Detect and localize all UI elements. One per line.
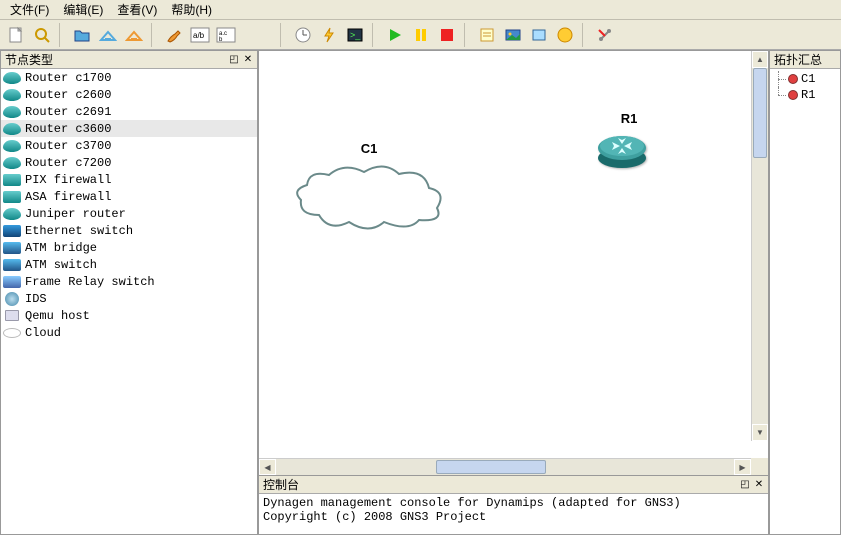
undock-icon[interactable]: ◰ <box>227 53 241 67</box>
list-item[interactable]: Cloud <box>1 324 257 341</box>
cloud-label: C1 <box>289 141 449 156</box>
console-line: Copyright (c) 2008 GNS3 Project <box>263 510 764 524</box>
list-item[interactable]: ATM bridge <box>1 239 257 256</box>
text-ab2-icon[interactable]: a.cb <box>214 23 238 47</box>
list-item[interactable]: Router c2691 <box>1 103 257 120</box>
scroll-thumb[interactable] <box>436 460 546 474</box>
new-file-icon[interactable] <box>4 23 28 47</box>
undock-icon[interactable]: ◰ <box>738 478 752 492</box>
console-title: 控制台 <box>263 476 299 493</box>
status-dot-icon <box>788 90 798 100</box>
topology-panel: 拓扑汇总 C1 R1 <box>769 50 841 535</box>
canvas-area[interactable]: C1 R1 <box>258 50 769 476</box>
node-types-title-bar: 节点类型 ◰ ✕ <box>1 51 257 69</box>
menu-bar: 文件(F) 编辑(E) 查看(V) 帮助(H) <box>0 0 841 20</box>
stop-icon[interactable] <box>435 23 459 47</box>
export-icon[interactable] <box>122 23 146 47</box>
search-icon[interactable] <box>30 23 54 47</box>
close-icon[interactable]: ✕ <box>752 478 766 492</box>
play-icon[interactable] <box>383 23 407 47</box>
router-label: R1 <box>594 111 664 126</box>
menu-file[interactable]: 文件(F) <box>4 0 55 19</box>
brush-icon[interactable] <box>162 23 186 47</box>
terminal-icon[interactable]: >_ <box>343 23 367 47</box>
menu-help[interactable]: 帮助(H) <box>165 0 218 19</box>
scroll-right-icon[interactable]: ▶ <box>734 459 751 475</box>
list-item[interactable]: Router c3700 <box>1 137 257 154</box>
save-icon[interactable] <box>96 23 120 47</box>
list-item[interactable]: Frame Relay switch <box>1 273 257 290</box>
note-icon[interactable] <box>475 23 499 47</box>
list-item[interactable]: Router c3600 <box>1 120 257 137</box>
topology-title-bar: 拓扑汇总 <box>770 51 840 69</box>
menu-view[interactable]: 查看(V) <box>111 0 163 19</box>
topology-item[interactable]: C1 <box>772 71 838 87</box>
node-types-panel: 节点类型 ◰ ✕ Router c1700 Router c2600 Route… <box>0 50 258 535</box>
topology-tree: C1 R1 <box>770 69 840 105</box>
node-type-list: Router c1700 Router c2600 Router c2691 R… <box>1 69 257 534</box>
list-item[interactable]: Ethernet switch <box>1 222 257 239</box>
menu-edit[interactable]: 编辑(E) <box>57 0 109 19</box>
console-title-bar: 控制台 ◰ ✕ <box>259 476 768 494</box>
scroll-left-icon[interactable]: ◀ <box>259 459 276 475</box>
list-item[interactable]: Qemu host <box>1 307 257 324</box>
status-dot-icon <box>788 74 798 84</box>
circle-shape-icon[interactable] <box>553 23 577 47</box>
console-line: Dynagen management console for Dynamips … <box>263 496 764 510</box>
topology-title: 拓扑汇总 <box>774 51 822 68</box>
canvas-router-node[interactable]: R1 <box>594 111 664 170</box>
horizontal-scrollbar[interactable]: ◀ ▶ <box>259 458 751 475</box>
topology-item[interactable]: R1 <box>772 87 838 103</box>
list-item[interactable]: Router c1700 <box>1 69 257 86</box>
toolbar: a/b a.cb >_ <box>0 20 841 50</box>
scroll-thumb[interactable] <box>753 68 767 158</box>
svg-text:a/b: a/b <box>193 31 205 40</box>
list-item[interactable]: ASA firewall <box>1 188 257 205</box>
scroll-up-icon[interactable]: ▲ <box>752 51 768 68</box>
rect-shape-icon[interactable] <box>527 23 551 47</box>
text-ab-icon[interactable]: a/b <box>188 23 212 47</box>
list-item[interactable]: Router c2600 <box>1 86 257 103</box>
close-icon[interactable]: ✕ <box>241 53 255 67</box>
open-folder-icon[interactable] <box>70 23 94 47</box>
vertical-scrollbar[interactable]: ▲ ▼ <box>751 51 768 441</box>
pause-icon[interactable] <box>409 23 433 47</box>
console-panel: 控制台 ◰ ✕ Dynagen management console for D… <box>258 475 769 535</box>
node-types-title: 节点类型 <box>5 51 53 68</box>
svg-text:>_: >_ <box>350 30 361 40</box>
list-item[interactable]: Juniper router <box>1 205 257 222</box>
list-item[interactable]: Router c7200 <box>1 154 257 171</box>
scroll-down-icon[interactable]: ▼ <box>752 424 768 441</box>
clock-icon[interactable] <box>291 23 315 47</box>
lightning-icon[interactable] <box>317 23 341 47</box>
console-output[interactable]: Dynagen management console for Dynamips … <box>259 494 768 534</box>
list-item[interactable]: PIX firewall <box>1 171 257 188</box>
canvas-cloud-node[interactable]: C1 <box>289 141 449 240</box>
list-item[interactable]: ATM switch <box>1 256 257 273</box>
link-icon[interactable] <box>593 23 617 47</box>
list-item[interactable]: IDS <box>1 290 257 307</box>
image-icon[interactable] <box>501 23 525 47</box>
